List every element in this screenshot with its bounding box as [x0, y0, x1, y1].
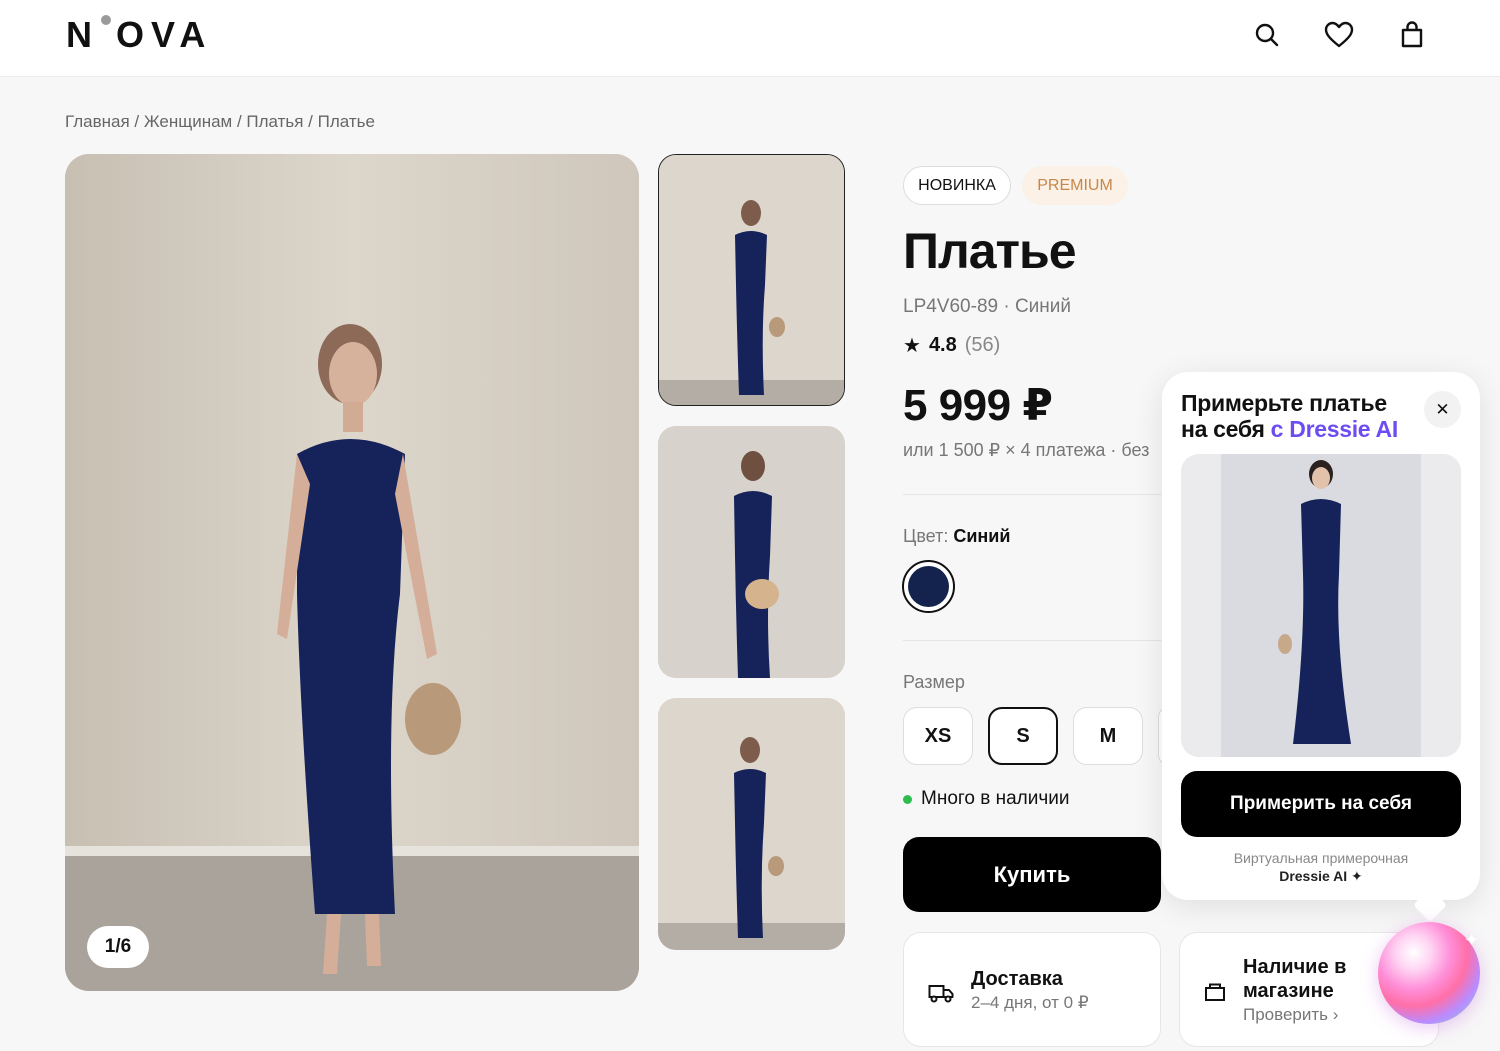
delivery-title: Доставка: [971, 968, 1063, 990]
installment-text: или 1 500 ₽ × 4 платежа · без: [903, 440, 1150, 460]
new-badge: НОВИНКА: [903, 166, 1011, 205]
store-check-link[interactable]: Проверить ›: [1243, 1005, 1338, 1025]
try-on-preview-image: [1181, 454, 1461, 757]
size-m-button[interactable]: M: [1073, 707, 1143, 765]
thumbnail-1[interactable]: [658, 154, 845, 406]
rating-value: 4.8: [928, 334, 957, 356]
delivery-card[interactable]: Доставка 2–4 дня, от 0 ₽: [903, 932, 1161, 1047]
divider: [903, 640, 1161, 641]
logo[interactable]: N OVA: [66, 14, 212, 56]
image-counter: 1/6: [87, 926, 149, 968]
divider: [903, 494, 1161, 495]
close-icon[interactable]: ✕: [1424, 391, 1461, 428]
star-icon: ★: [903, 335, 921, 357]
search-icon[interactable]: [1250, 18, 1284, 52]
size-label: Размер: [903, 672, 965, 692]
buy-button[interactable]: Купить: [903, 837, 1161, 912]
stock-text: Много в наличии: [921, 788, 1070, 809]
thumbnail-2[interactable]: [658, 426, 845, 678]
product-sku: LP4V60-89 · Синий: [903, 296, 1072, 317]
virtual-fitting-note: Виртуальная примерочная: [1233, 850, 1409, 866]
stock-status: Много в наличии: [903, 788, 1070, 810]
popup-title: Примерьте платье на себя с Dressie AI: [1181, 390, 1399, 442]
delivery-sub: 2–4 дня, от 0 ₽: [971, 993, 1089, 1012]
bag-icon[interactable]: [1395, 18, 1429, 52]
try-on-button[interactable]: Примерить на себя: [1181, 771, 1461, 837]
sparkle-icon: ✦: [1464, 930, 1480, 950]
try-on-popup: Примерьте платье на себя с Dressie AI ✕ …: [1162, 372, 1480, 900]
color-value: Синий: [953, 526, 1011, 546]
thumbnail-3[interactable]: [658, 698, 845, 950]
top-bar: N OVA: [0, 0, 1500, 77]
review-count: (56): [964, 334, 1001, 356]
rating[interactable]: ★ 4.8 (56): [903, 333, 1000, 358]
logo-dot: [101, 15, 111, 25]
premium-badge: PREMIUM: [1022, 166, 1128, 205]
dressie-brand-text: с Dressie AI: [1270, 416, 1399, 442]
main-product-image[interactable]: [65, 154, 639, 991]
breadcrumb[interactable]: Главная / Женщинам / Платья / Платье: [65, 112, 375, 132]
store-icon: [1205, 983, 1225, 1001]
size-xs-button[interactable]: XS: [903, 707, 973, 765]
store-title: Наличие в магазине: [1243, 956, 1347, 1002]
color-swatch-navy[interactable]: [902, 560, 955, 613]
truck-icon: [928, 985, 954, 1003]
color-label: Цвет: Синий: [903, 526, 1011, 546]
price: 5 999 ₽: [903, 381, 1053, 430]
swatch-fill: [908, 566, 949, 607]
size-s-button[interactable]: S: [988, 707, 1058, 765]
stock-dot-icon: [903, 794, 912, 804]
dressie-brand: Dressie AI ✦: [1279, 868, 1363, 884]
heart-icon[interactable]: [1322, 18, 1356, 52]
product-title: Платье: [903, 223, 1077, 279]
